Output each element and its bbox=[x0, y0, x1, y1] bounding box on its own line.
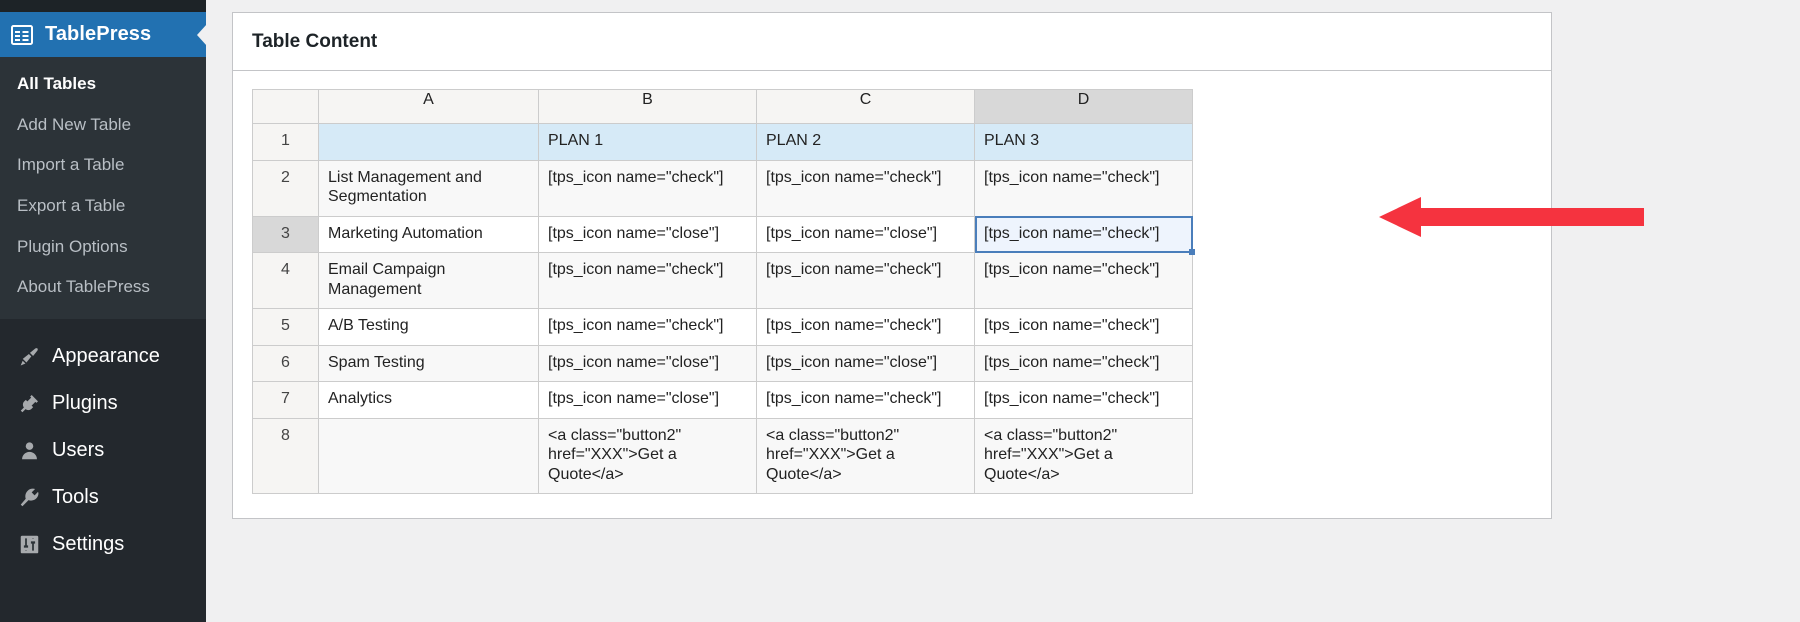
table-body: 1 PLAN 1 PLAN 2 PLAN 3 2 List Management… bbox=[253, 124, 1193, 494]
row-header-2[interactable]: 2 bbox=[253, 160, 319, 216]
sidebar-item-tools[interactable]: Tools bbox=[0, 474, 206, 521]
sidebar-separator bbox=[0, 319, 206, 333]
content-area: Table Content A B C D bbox=[206, 0, 1800, 622]
cell-d5[interactable]: [tps_icon name="check"] bbox=[975, 309, 1193, 346]
page-title: Table Content bbox=[252, 31, 377, 52]
cell-b6[interactable]: [tps_icon name="close"] bbox=[539, 345, 757, 382]
sidebar-item-appearance[interactable]: Appearance bbox=[0, 333, 206, 380]
column-header-b[interactable]: B bbox=[539, 90, 757, 124]
cell-c1[interactable]: PLAN 2 bbox=[757, 124, 975, 161]
sidebar-item-plugins[interactable]: Plugins bbox=[0, 380, 206, 427]
cell-d8[interactable]: <a class="button2" href="XXX">Get a Quot… bbox=[975, 418, 1193, 494]
sidebar-item-tablepress[interactable]: TablePress bbox=[0, 12, 206, 57]
sidebar-submenu: All Tables Add New Table Import a Table … bbox=[0, 57, 206, 319]
plug-icon bbox=[14, 393, 44, 414]
sidebar-subitem-about-tablepress[interactable]: About TablePress bbox=[0, 267, 206, 308]
cell-b1[interactable]: PLAN 1 bbox=[539, 124, 757, 161]
cell-d4[interactable]: [tps_icon name="check"] bbox=[975, 253, 1193, 309]
row-header-6[interactable]: 6 bbox=[253, 345, 319, 382]
row-header-5[interactable]: 5 bbox=[253, 309, 319, 346]
cell-a1[interactable] bbox=[319, 124, 539, 161]
column-header-row: A B C D bbox=[253, 90, 1193, 124]
sidebar-item-label: Plugins bbox=[52, 392, 118, 415]
table-content-panel: Table Content A B C D bbox=[232, 12, 1552, 519]
cell-a8[interactable] bbox=[319, 418, 539, 494]
sidebar-item-label: TablePress bbox=[45, 23, 151, 46]
row-header-1[interactable]: 1 bbox=[253, 124, 319, 161]
table-editor-grid[interactable]: A B C D 1 PLAN 1 PLAN 2 PLAN 3 bbox=[252, 89, 1193, 494]
column-header-c[interactable]: C bbox=[757, 90, 975, 124]
cell-c8[interactable]: <a class="button2" href="XXX">Get a Quot… bbox=[757, 418, 975, 494]
sidebar-subitem-all-tables[interactable]: All Tables bbox=[0, 64, 206, 105]
row-header-8[interactable]: 8 bbox=[253, 418, 319, 494]
table-row: 4 Email Campaign Management [tps_icon na… bbox=[253, 253, 1193, 309]
cell-d3-selected[interactable]: [tps_icon name="check"] bbox=[975, 216, 1193, 253]
cell-a7[interactable]: Analytics bbox=[319, 382, 539, 419]
column-header-d[interactable]: D bbox=[975, 90, 1193, 124]
selection-drag-handle[interactable] bbox=[1189, 249, 1195, 255]
row-header-4[interactable]: 4 bbox=[253, 253, 319, 309]
panel-body: A B C D 1 PLAN 1 PLAN 2 PLAN 3 bbox=[233, 71, 1551, 518]
table-row: 7 Analytics [tps_icon name="close"] [tps… bbox=[253, 382, 1193, 419]
cell-a6[interactable]: Spam Testing bbox=[319, 345, 539, 382]
column-header-a[interactable]: A bbox=[319, 90, 539, 124]
sidebar-item-label: Tools bbox=[52, 486, 99, 509]
cell-d1[interactable]: PLAN 3 bbox=[975, 124, 1193, 161]
sliders-icon bbox=[14, 534, 44, 555]
paintbrush-icon bbox=[14, 346, 44, 367]
cell-b8[interactable]: <a class="button2" href="XXX">Get a Quot… bbox=[539, 418, 757, 494]
cell-a3[interactable]: Marketing Automation bbox=[319, 216, 539, 253]
sidebar-item-users[interactable]: Users bbox=[0, 427, 206, 474]
cell-c4[interactable]: [tps_icon name="check"] bbox=[757, 253, 975, 309]
select-all-corner[interactable] bbox=[253, 90, 319, 124]
sidebar-subitem-add-new-table[interactable]: Add New Table bbox=[0, 105, 206, 146]
cell-b5[interactable]: [tps_icon name="check"] bbox=[539, 309, 757, 346]
sidebar-top-strip bbox=[0, 0, 206, 12]
sidebar-item-label: Settings bbox=[52, 533, 124, 556]
cell-c2[interactable]: [tps_icon name="check"] bbox=[757, 160, 975, 216]
panel-header: Table Content bbox=[233, 13, 1551, 71]
cell-d6[interactable]: [tps_icon name="check"] bbox=[975, 345, 1193, 382]
table-row: 5 A/B Testing [tps_icon name="check"] [t… bbox=[253, 309, 1193, 346]
table-row: 8 <a class="button2" href="XXX">Get a Qu… bbox=[253, 418, 1193, 494]
cell-a2[interactable]: List Management and Segmentation bbox=[319, 160, 539, 216]
cell-c3[interactable]: [tps_icon name="close"] bbox=[757, 216, 975, 253]
sidebar-subitem-import-a-table[interactable]: Import a Table bbox=[0, 145, 206, 186]
cell-b7[interactable]: [tps_icon name="close"] bbox=[539, 382, 757, 419]
cell-a4[interactable]: Email Campaign Management bbox=[319, 253, 539, 309]
row-header-3[interactable]: 3 bbox=[253, 216, 319, 253]
table-row: 6 Spam Testing [tps_icon name="close"] [… bbox=[253, 345, 1193, 382]
cell-c5[interactable]: [tps_icon name="check"] bbox=[757, 309, 975, 346]
table-row: 2 List Management and Segmentation [tps_… bbox=[253, 160, 1193, 216]
admin-sidebar: TablePress All Tables Add New Table Impo… bbox=[0, 0, 206, 622]
cell-c6[interactable]: [tps_icon name="close"] bbox=[757, 345, 975, 382]
sidebar-item-label: Users bbox=[52, 439, 104, 462]
cell-d7[interactable]: [tps_icon name="check"] bbox=[975, 382, 1193, 419]
table-grid-icon bbox=[11, 24, 37, 46]
cell-b4[interactable]: [tps_icon name="check"] bbox=[539, 253, 757, 309]
cell-c7[interactable]: [tps_icon name="check"] bbox=[757, 382, 975, 419]
row-header-7[interactable]: 7 bbox=[253, 382, 319, 419]
table-row: 3 Marketing Automation [tps_icon name="c… bbox=[253, 216, 1193, 253]
user-icon bbox=[14, 440, 44, 461]
sidebar-item-label: Appearance bbox=[52, 345, 160, 368]
wrench-icon bbox=[14, 487, 44, 508]
table-row: 1 PLAN 1 PLAN 2 PLAN 3 bbox=[253, 124, 1193, 161]
admin-screen: TablePress All Tables Add New Table Impo… bbox=[0, 0, 1800, 622]
sidebar-subitem-export-a-table[interactable]: Export a Table bbox=[0, 186, 206, 227]
sidebar-item-settings[interactable]: Settings bbox=[0, 521, 206, 568]
cell-b2[interactable]: [tps_icon name="check"] bbox=[539, 160, 757, 216]
cell-a5[interactable]: A/B Testing bbox=[319, 309, 539, 346]
cell-d2[interactable]: [tps_icon name="check"] bbox=[975, 160, 1193, 216]
sidebar-subitem-plugin-options[interactable]: Plugin Options bbox=[0, 227, 206, 268]
cell-b3[interactable]: [tps_icon name="close"] bbox=[539, 216, 757, 253]
